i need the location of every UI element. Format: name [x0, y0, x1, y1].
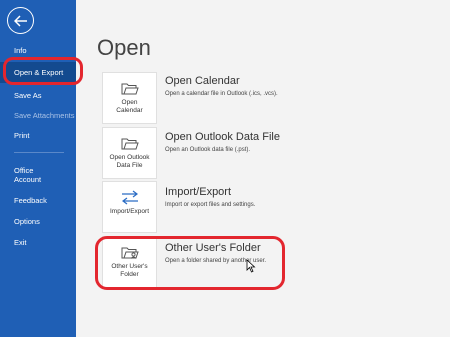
import-export-desc: Import or export files and settings.	[165, 202, 256, 208]
nav-office-account[interactable]: Office Account	[0, 166, 76, 184]
import-export-title[interactable]: Import/Export	[165, 186, 231, 198]
nav-exit[interactable]: Exit	[0, 238, 76, 247]
backstage-sidebar: Info Open & Export Save As Save Attachme…	[0, 0, 76, 337]
open-calendar-desc: Open a calendar file in Outlook (.ics, .…	[165, 91, 278, 97]
open-calendar-tile[interactable]: Open Calendar	[102, 72, 157, 124]
nav-options[interactable]: Options	[0, 217, 76, 226]
nav-info[interactable]: Info	[0, 46, 76, 55]
open-calendar-title[interactable]: Open Calendar	[165, 75, 240, 87]
nav-feedback[interactable]: Feedback	[0, 196, 76, 205]
tile-label: Open Outlook Data File	[109, 154, 150, 169]
back-arrow-icon	[13, 14, 27, 27]
sidebar-divider	[14, 152, 64, 153]
tile-label: Open Calendar	[116, 99, 143, 114]
open-data-file-title[interactable]: Open Outlook Data File	[165, 131, 280, 143]
open-folder-icon	[121, 81, 139, 96]
open-data-file-desc: Open an Outlook data file (.pst).	[165, 147, 251, 153]
import-export-tile[interactable]: Import/Export	[102, 181, 157, 233]
mouse-cursor-icon	[246, 259, 256, 273]
nav-save-attachments[interactable]: Save Attachments	[0, 111, 76, 120]
open-outlook-data-file-tile[interactable]: Open Outlook Data File	[102, 127, 157, 179]
open-folder-icon	[121, 136, 139, 151]
highlight-annotation	[95, 236, 285, 290]
highlight-annotation	[3, 57, 83, 85]
tile-label: Import/Export	[109, 208, 149, 215]
import-export-arrows-icon	[121, 190, 139, 205]
page-title: Open	[97, 35, 151, 60]
nav-save-as[interactable]: Save As	[0, 91, 76, 100]
nav-print[interactable]: Print	[0, 131, 76, 140]
back-button[interactable]	[7, 7, 34, 34]
